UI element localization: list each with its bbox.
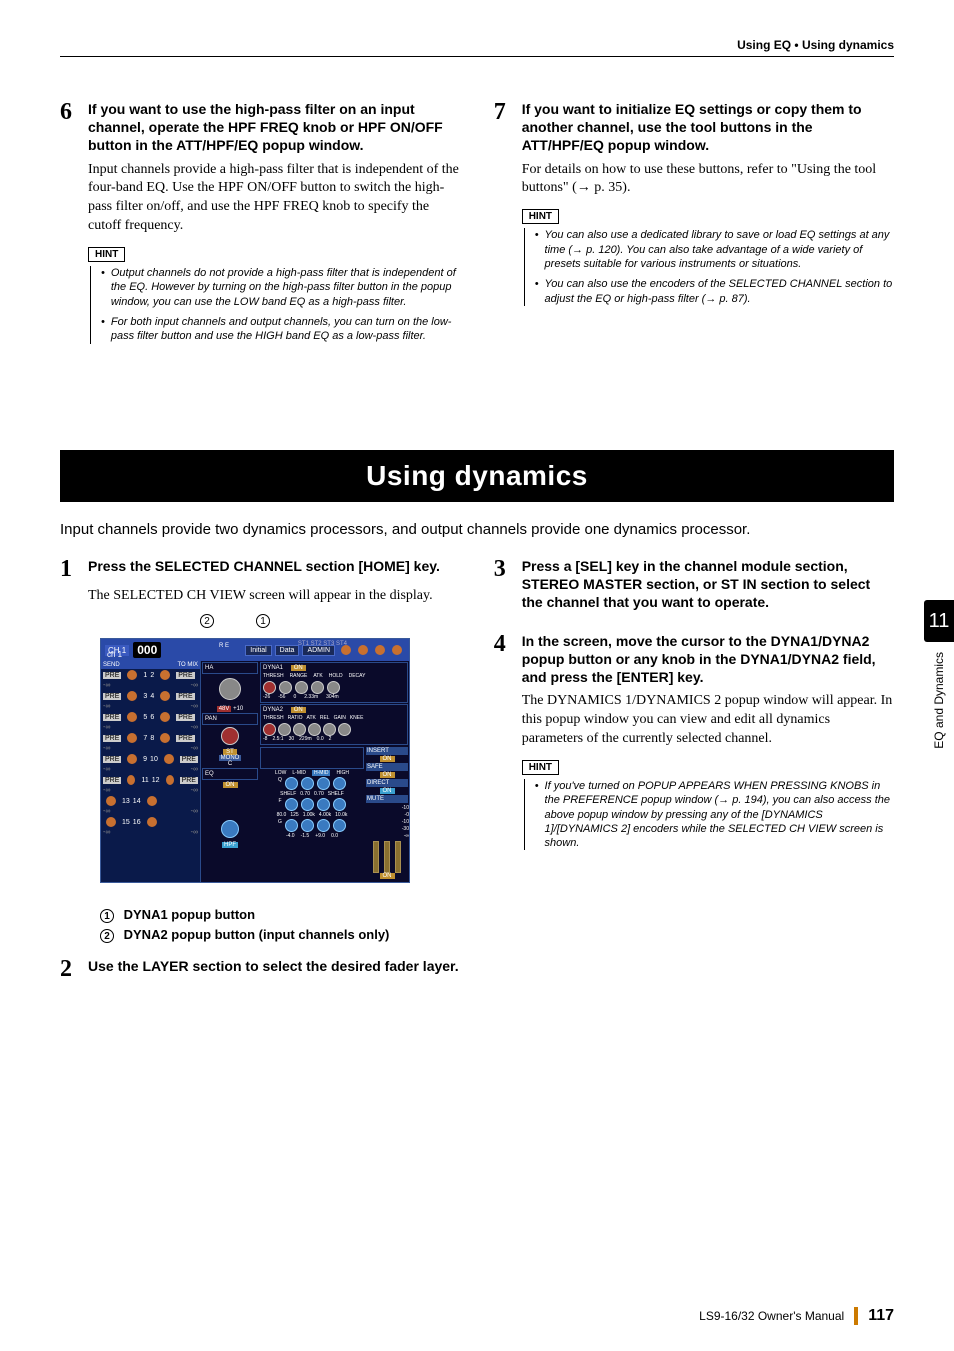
hint-label: HINT bbox=[522, 760, 559, 775]
circle-2-icon: 2 bbox=[200, 614, 214, 628]
step-number: 3 bbox=[494, 557, 514, 581]
page-number: 117 bbox=[868, 1307, 894, 1325]
hint-box-4: HINT If you've turned on POPUP APPEARS W… bbox=[522, 757, 894, 850]
step-number: 2 bbox=[60, 957, 80, 981]
step-title: If you want to use the high-pass filter … bbox=[88, 100, 460, 155]
step-4-heading: 4 In the screen, move the cursor to the … bbox=[494, 632, 894, 687]
circle-2-icon: 2 bbox=[100, 929, 114, 943]
step-title: If you want to initialize EQ settings or… bbox=[522, 100, 894, 155]
step-title: Press the SELECTED CHANNEL section [HOME… bbox=[88, 557, 440, 575]
callout-numbers: 2 1 bbox=[200, 614, 460, 628]
step-1-heading: 1 Press the SELECTED CHANNEL section [HO… bbox=[60, 557, 460, 581]
callout-2-label: 2 DYNA2 popup button (input channels onl… bbox=[100, 927, 460, 943]
step-7-body: For details on how to use these buttons,… bbox=[522, 161, 894, 199]
section-heading: Using dynamics bbox=[60, 450, 894, 502]
breadcrumb: Using EQ • Using dynamics bbox=[737, 38, 894, 52]
chapter-number: 11 bbox=[924, 600, 954, 642]
hint-box-6: HINT Output channels do not provide a hi… bbox=[88, 244, 460, 343]
footer-divider-icon bbox=[854, 1307, 858, 1325]
callout-1-label: 1 DYNA1 popup button bbox=[100, 907, 460, 923]
step-number: 1 bbox=[60, 557, 80, 581]
step-7-heading: 7 If you want to initialize EQ settings … bbox=[494, 100, 894, 155]
header-rule bbox=[60, 56, 894, 57]
chapter-title: EQ and Dynamics bbox=[932, 652, 946, 749]
step-3-heading: 3 Press a [SEL] key in the channel modul… bbox=[494, 557, 894, 612]
step-number: 7 bbox=[494, 100, 514, 124]
page-footer: LS9-16/32 Owner's Manual 117 bbox=[699, 1307, 894, 1325]
chapter-tab: 11 EQ and Dynamics bbox=[924, 600, 954, 800]
manual-title: LS9-16/32 Owner's Manual bbox=[699, 1309, 844, 1323]
hint-item: Output channels do not provide a high-pa… bbox=[101, 266, 460, 309]
step-number: 4 bbox=[494, 632, 514, 656]
step-number: 6 bbox=[60, 100, 80, 124]
step-1-body: The SELECTED CH VIEW screen will appear … bbox=[88, 587, 460, 606]
hint-item: You can also use the encoders of the SEL… bbox=[535, 277, 894, 306]
step-title: In the screen, move the cursor to the DY… bbox=[522, 632, 894, 687]
hint-label: HINT bbox=[88, 247, 125, 262]
upper-steps: 6 If you want to use the high-pass filte… bbox=[60, 100, 894, 350]
hint-item: If you've turned on POPUP APPEARS WHEN P… bbox=[535, 779, 894, 850]
step-4-body: The DYNAMICS 1/DYNAMICS 2 popup window w… bbox=[522, 692, 894, 749]
step-2-heading: 2 Use the LAYER section to select the de… bbox=[60, 957, 460, 981]
hint-item: You can also use a dedicated library to … bbox=[535, 228, 894, 271]
circle-1-icon: 1 bbox=[100, 909, 114, 923]
hint-label: HINT bbox=[522, 209, 559, 224]
circle-1-icon: 1 bbox=[256, 614, 270, 628]
hint-box-7: HINT You can also use a dedicated librar… bbox=[522, 206, 894, 305]
selected-ch-view-screenshot: CH 1 000 Initial Data ADMIN ch 1 bbox=[100, 638, 410, 883]
step-6-body: Input channels provide a high-pass filte… bbox=[88, 161, 460, 237]
hint-item: For both input channels and output chann… bbox=[101, 315, 460, 344]
section-intro: Input channels provide two dynamics proc… bbox=[60, 520, 894, 540]
step-title: Use the LAYER section to select the desi… bbox=[88, 957, 459, 975]
step-title: Press a [SEL] key in the channel module … bbox=[522, 557, 894, 612]
lower-steps: 1 Press the SELECTED CHANNEL section [HO… bbox=[60, 557, 894, 987]
step-6-heading: 6 If you want to use the high-pass filte… bbox=[60, 100, 460, 155]
